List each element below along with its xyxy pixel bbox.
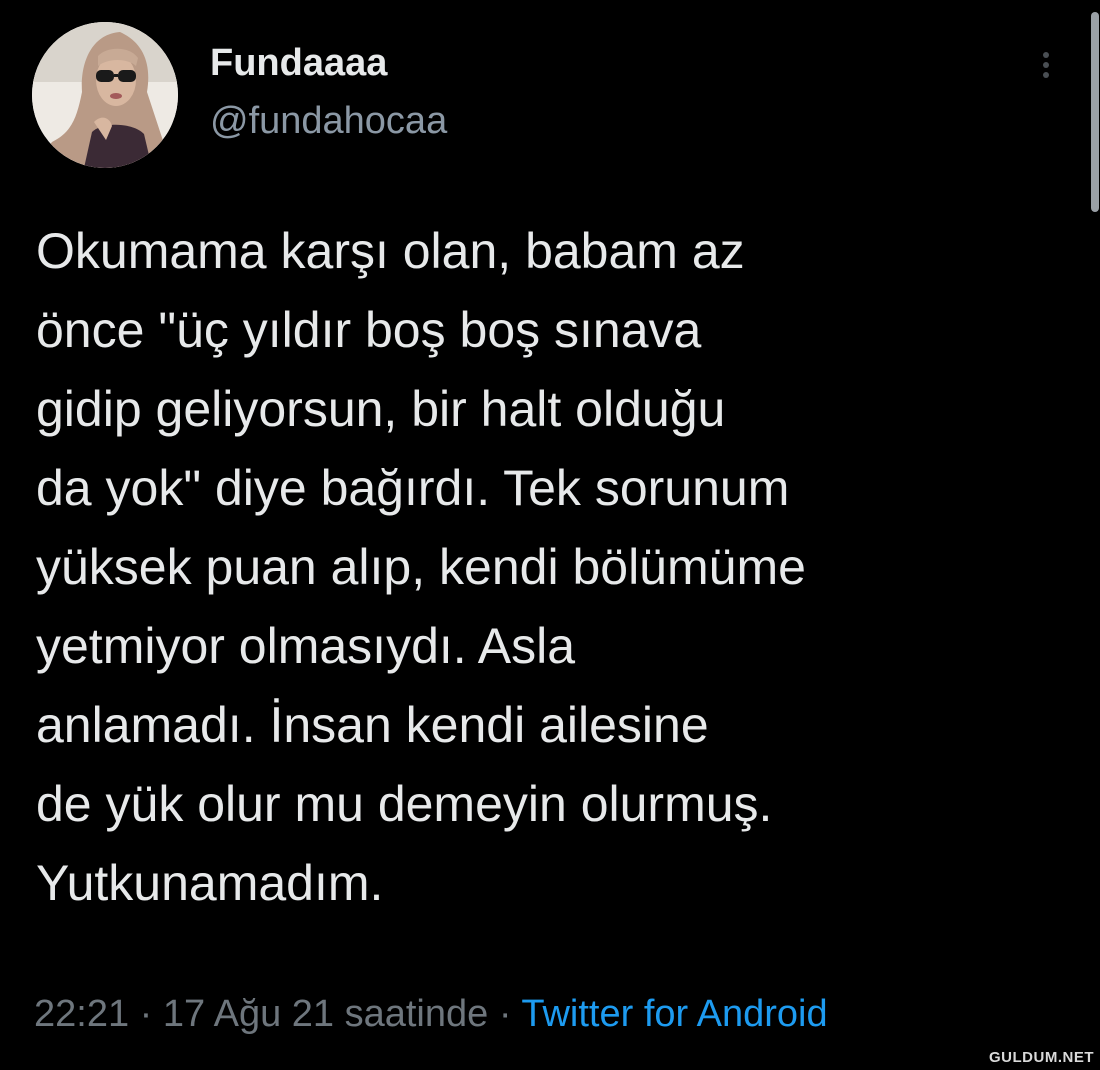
tweet-text-line: yüksek puan alıp, kendi bölümüme bbox=[36, 539, 806, 595]
tweet-text-line: Okumama karşı olan, babam az bbox=[36, 223, 745, 279]
tweet-text-line: da yok" diye bağırdı. Tek sorunum bbox=[36, 460, 790, 516]
avatar[interactable] bbox=[32, 22, 178, 168]
more-options-button[interactable] bbox=[1032, 48, 1060, 88]
author-names: Fundaaaa @fundahocaa bbox=[210, 40, 447, 144]
author-handle[interactable]: @fundahocaa bbox=[210, 98, 447, 144]
tweet-text-line: gidip geliyorsun, bir halt olduğu bbox=[36, 381, 726, 437]
avatar-image bbox=[32, 22, 178, 168]
tweet-meta: 22:21 · 17 Ağu 21 saatinde · Twitter for… bbox=[34, 990, 828, 1038]
scrollbar-thumb[interactable] bbox=[1091, 12, 1099, 212]
tweet-header: Fundaaaa @fundahocaa bbox=[32, 22, 1032, 172]
tweet-text-line: Yutkunamadım. bbox=[36, 855, 384, 911]
meta-separator: · bbox=[488, 993, 522, 1035]
tweet-text-line: önce "üç yıldır boş boş sınava bbox=[36, 302, 702, 358]
more-vertical-icon bbox=[1032, 52, 1060, 78]
author-display-name[interactable]: Fundaaaa bbox=[210, 40, 447, 86]
tweet-source-link[interactable]: Twitter for Android bbox=[521, 993, 827, 1035]
tweet-text-line: anlamadı. İnsan kendi ailesine bbox=[36, 697, 709, 753]
scrollbar[interactable] bbox=[1088, 0, 1100, 215]
tweet-text-line: yetmiyor olmasıydı. Asla bbox=[36, 618, 576, 674]
tweet-date[interactable]: 17 Ağu 21 saatinde bbox=[163, 993, 488, 1035]
tweet-text-line: de yük olur mu demeyin olurmuş. bbox=[36, 776, 773, 832]
tweet-time[interactable]: 22:21 bbox=[34, 993, 129, 1035]
site-watermark: GULDUM.NET bbox=[989, 1049, 1094, 1066]
tweet-text: Okumama karşı olan, babam az önce "üç yıl… bbox=[36, 212, 1086, 923]
tweet-card: Fundaaaa @fundahocaa Okumama karşı olan,… bbox=[0, 0, 1100, 1070]
meta-separator: · bbox=[129, 993, 163, 1035]
